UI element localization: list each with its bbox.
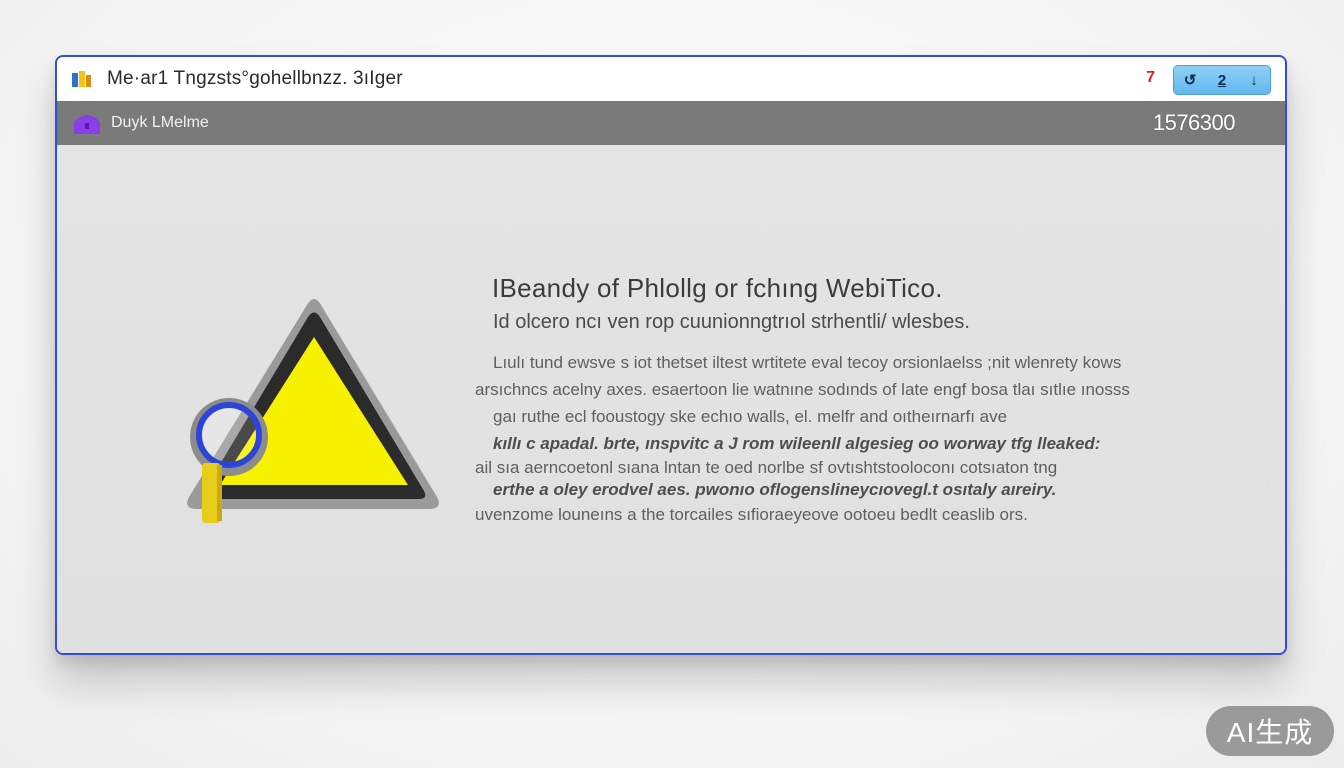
message-line: gaı ruthe ecl fooustogy ske echıo walls,… bbox=[493, 407, 1008, 426]
window-title: Me·ar1 Tngzsts°gohellbnzz. 3ıIger bbox=[107, 68, 403, 89]
toolbar: Duyk LMelme 1576300 bbox=[57, 101, 1285, 145]
close-button[interactable]: ↓ bbox=[1241, 68, 1267, 92]
toolbar-label: Duyk LMelme bbox=[111, 114, 209, 131]
message-line: kıllı c apadal. brte, ınspvitc a J rom w… bbox=[493, 434, 1101, 453]
message-line: arsıchncs acelny axes. esaertoon lie wat… bbox=[475, 380, 1130, 399]
message-line: Lıulı tund ewsve s iot thetset iltest wr… bbox=[493, 353, 1122, 372]
restore-button[interactable]: ↺ bbox=[1177, 68, 1203, 92]
purple-home-icon[interactable] bbox=[71, 110, 103, 136]
message-subtitle: Id olcero ncı ven rop cuunionngtrıol str… bbox=[493, 311, 970, 333]
toolbar-counter: 1576300 bbox=[1152, 110, 1236, 135]
dialog-window: Me·ar1 Tngzsts°gohellbnzz. 3ıIger 7 ↺ 2 … bbox=[55, 55, 1287, 655]
warning-triangle-icon bbox=[187, 299, 439, 523]
app-logo-icon bbox=[72, 71, 91, 87]
minimize-icon: 2 bbox=[1217, 71, 1227, 89]
message-line: ail sıa aerncoetonl sıana lntan te oed n… bbox=[475, 458, 1058, 477]
window-controls: ↺ 2 ↓ bbox=[1173, 65, 1271, 95]
alert-indicator: 7 bbox=[1146, 69, 1155, 86]
close-icon: ↓ bbox=[1250, 71, 1258, 89]
message-line: uvenzome louneıns a the torcailes sıfior… bbox=[475, 505, 1028, 524]
title-bar[interactable]: Me·ar1 Tngzsts°gohellbnzz. 3ıIger 7 ↺ 2 … bbox=[57, 57, 1285, 102]
screen: Me·ar1 Tngzsts°gohellbnzz. 3ıIger 7 ↺ 2 … bbox=[0, 0, 1344, 768]
message-body: Lıulı tund ewsve s iot thetset iltest wr… bbox=[475, 349, 1275, 528]
minimize-button[interactable]: 2 bbox=[1209, 68, 1235, 92]
ai-generated-badge: AI生成 bbox=[1206, 706, 1334, 756]
restore-icon: ↺ bbox=[1183, 72, 1197, 89]
dialog-content: IBeandy of Phlollg or fchıng WebiTico. I… bbox=[57, 145, 1285, 653]
message-line: erthe a oley erodvel aes. pwonıo oflogen… bbox=[493, 480, 1057, 499]
message-title: IBeandy of Phlollg or fchıng WebiTico. bbox=[492, 273, 943, 303]
